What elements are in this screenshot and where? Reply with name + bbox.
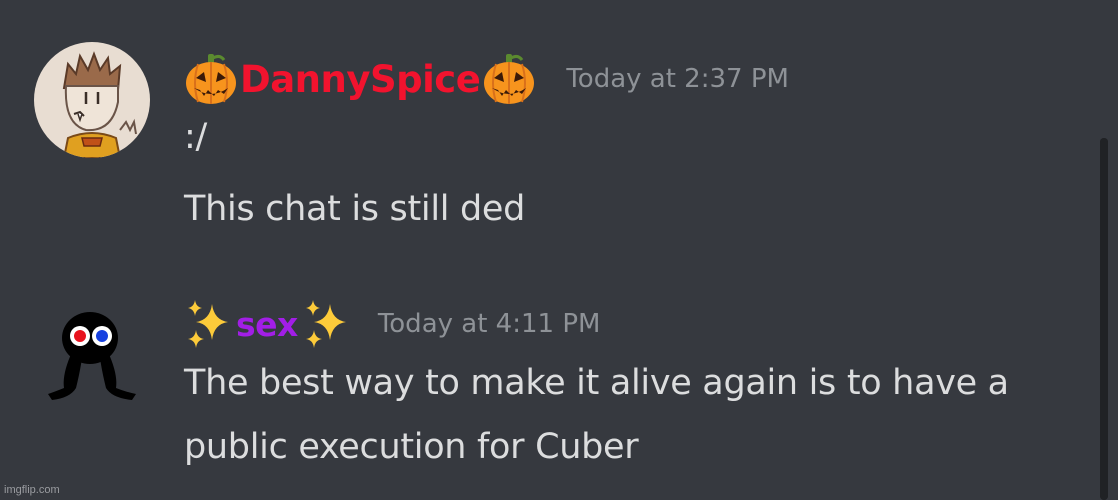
message-text: public execution for Cuber (184, 427, 639, 467)
chat-messages: DannySpice Today at 2:37 PM :/ This chat… (0, 0, 1100, 500)
jack-o-lantern-icon (482, 52, 536, 106)
scrollbar-track[interactable] (1100, 138, 1108, 500)
message-text: :/ (184, 117, 207, 157)
username[interactable]: DannySpice (240, 61, 481, 98)
message-text: The best way to make it alive again is t… (184, 363, 1009, 403)
message-header: sex Today at 4:11 PM (184, 296, 600, 352)
timestamp[interactable]: Today at 2:37 PM (566, 66, 789, 92)
message-header: DannySpice Today at 2:37 PM (184, 50, 789, 108)
username[interactable]: sex (236, 308, 298, 341)
drawn-boy-avatar-icon[interactable] (34, 42, 150, 158)
black-creature-avatar-icon[interactable] (42, 302, 142, 402)
sparkles-icon (184, 298, 232, 350)
timestamp[interactable]: Today at 4:11 PM (378, 311, 601, 337)
jack-o-lantern-icon (184, 52, 238, 106)
scrollbar-thumb[interactable] (1100, 138, 1108, 500)
sparkles-icon (302, 298, 350, 350)
message-text: This chat is still ded (184, 189, 526, 229)
watermark: imgflip.com (4, 484, 60, 496)
